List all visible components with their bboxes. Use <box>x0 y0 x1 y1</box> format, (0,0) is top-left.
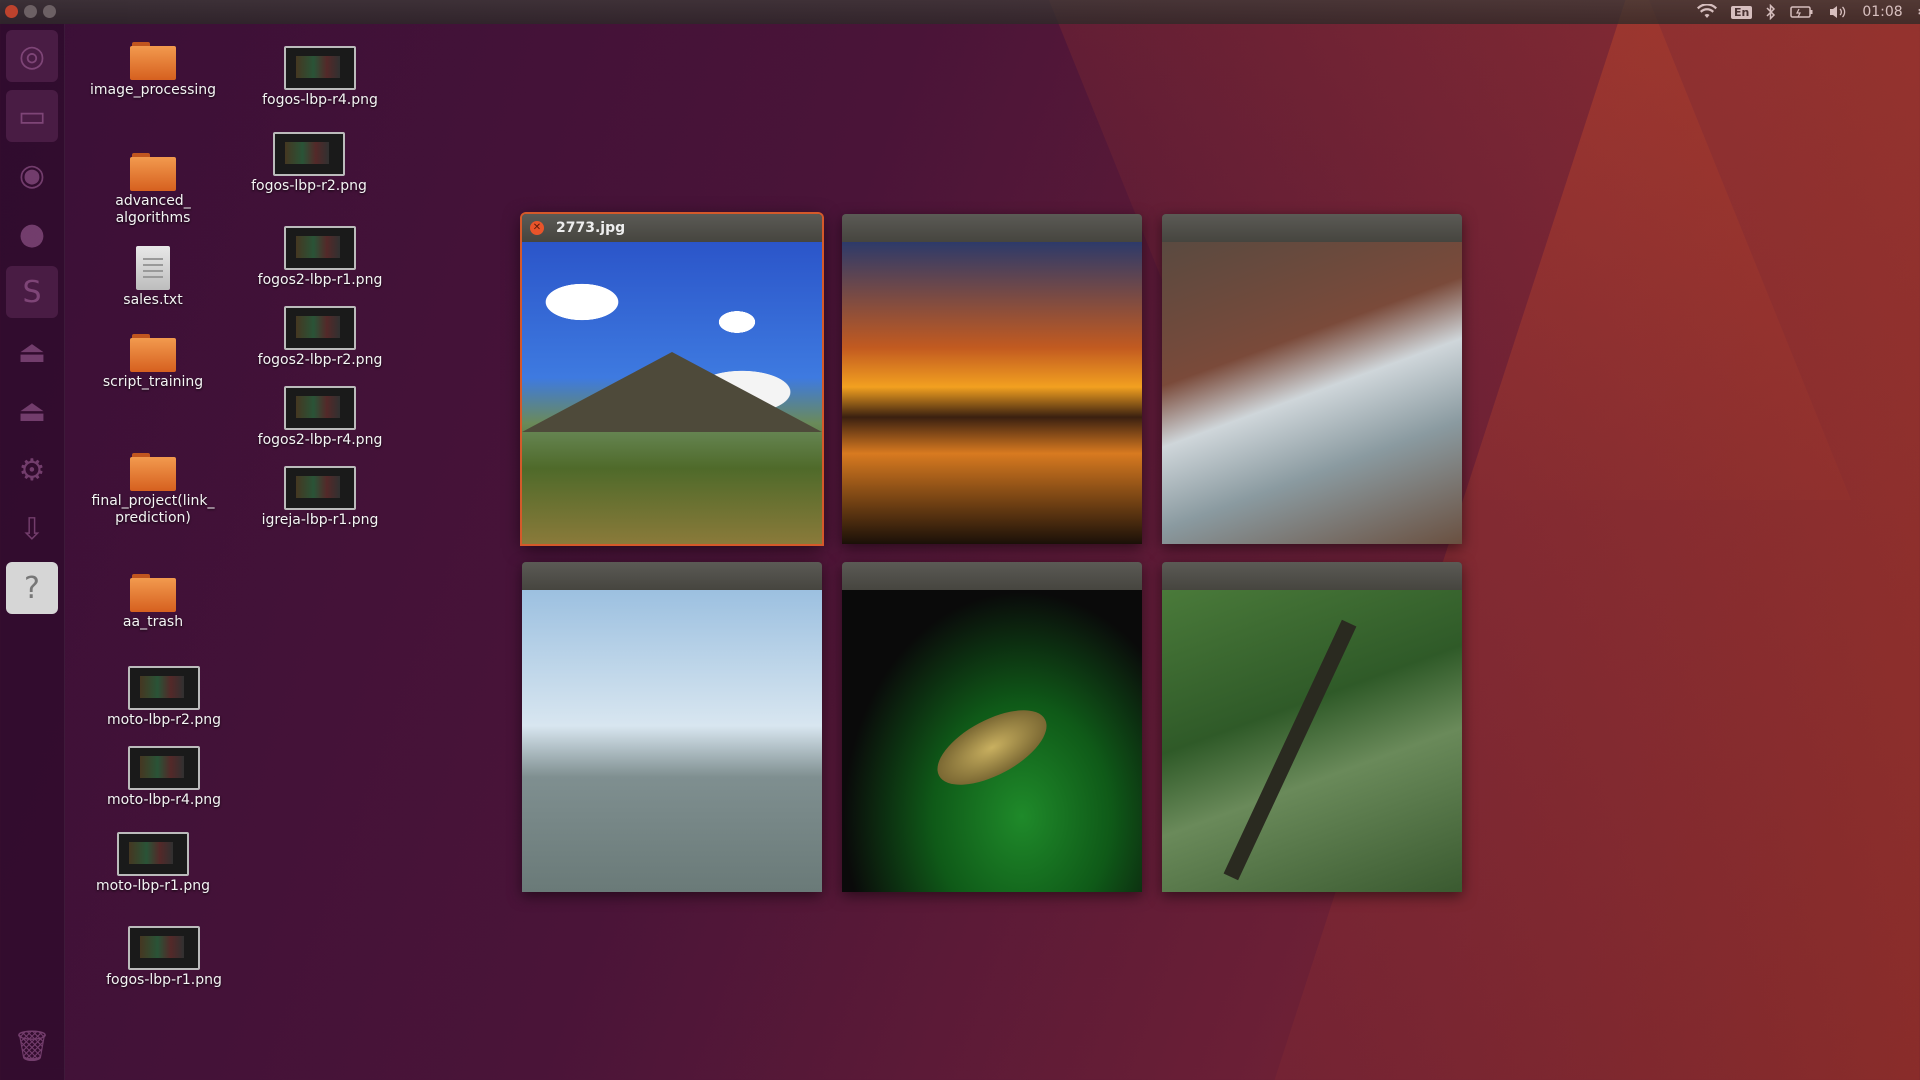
window-titlebar[interactable] <box>1162 214 1462 242</box>
spread-window[interactable] <box>1162 214 1462 544</box>
photo-mountain-landscape <box>522 242 822 544</box>
folder-icon <box>130 42 176 80</box>
system-tray: En 01:08 ⚙ <box>1683 0 1920 24</box>
image-thumbnail <box>128 926 200 970</box>
spread-window-active[interactable]: ✕ 2773.jpg <box>522 214 822 544</box>
folder-icon <box>130 153 176 191</box>
desktop-folder[interactable]: script_training <box>83 334 223 391</box>
image-thumbnail <box>117 832 189 876</box>
image-thumbnail <box>273 132 345 176</box>
dash-home-icon[interactable]: ◎ <box>6 30 58 82</box>
window-titlebar[interactable] <box>842 562 1142 590</box>
image-thumbnail <box>284 46 356 90</box>
bluetooth-icon[interactable] <box>1766 4 1776 20</box>
desktop-image-file[interactable]: moto-lbp-r1.png <box>83 832 223 895</box>
desktop-image-file[interactable]: moto-lbp-r2.png <box>94 666 234 729</box>
files-icon[interactable]: ▭ <box>6 90 58 142</box>
wifi-icon[interactable] <box>1697 4 1717 20</box>
desktop-file[interactable]: sales.txt <box>83 246 223 309</box>
battery-icon[interactable] <box>1790 5 1814 19</box>
desktop-image-file[interactable]: igreja-lbp-r1.png <box>250 466 390 529</box>
desktop-image-file[interactable]: fogos-lbp-r1.png <box>94 926 234 989</box>
text-file-icon <box>136 246 170 290</box>
desktop-image-file[interactable]: moto-lbp-r4.png <box>94 746 234 809</box>
clock[interactable]: 01:08 <box>1862 4 1902 20</box>
image-thumbnail <box>284 386 356 430</box>
folder-icon <box>130 574 176 612</box>
image-thumbnail <box>128 746 200 790</box>
minimize-window-button[interactable] <box>24 5 37 18</box>
settings-icon[interactable]: ⚙ <box>6 444 58 496</box>
desktop-image-file[interactable]: fogos2-lbp-r1.png <box>250 226 390 289</box>
image-thumbnail <box>284 226 356 270</box>
desktop-image-file[interactable]: fogos2-lbp-r4.png <box>250 386 390 449</box>
help-icon[interactable]: ? <box>6 562 58 614</box>
maximize-window-button[interactable] <box>43 5 56 18</box>
spread-window[interactable] <box>522 562 822 892</box>
folder-icon <box>130 334 176 372</box>
desktop-image-file[interactable]: fogos2-lbp-r2.png <box>250 306 390 369</box>
close-icon[interactable]: ✕ <box>530 221 544 235</box>
keyboard-layout-indicator[interactable]: En <box>1731 5 1753 19</box>
photo-rocky-shore <box>1162 242 1462 544</box>
libreoffice-icon[interactable]: S <box>6 266 58 318</box>
image-thumbnail <box>284 306 356 350</box>
desktop-folder[interactable]: final_project(link_ prediction) <box>83 453 223 527</box>
window-titlebar[interactable] <box>1162 562 1462 590</box>
window-title: 2773.jpg <box>556 220 626 236</box>
installer-icon[interactable]: ⇩ <box>6 503 58 555</box>
volume-icon[interactable] <box>1828 4 1848 20</box>
spread-window[interactable] <box>842 562 1142 892</box>
folder-icon <box>130 453 176 491</box>
photo-tree <box>1162 590 1462 892</box>
spread-window[interactable] <box>842 214 1142 544</box>
launcher: ◎ ▭ ◉ ● S ⏏ ⏏ ⚙ ⇩ ? 🗑 <box>0 24 65 1080</box>
firefox-icon[interactable]: ● <box>6 208 58 260</box>
photo-sea <box>522 590 822 892</box>
desktop-image-file[interactable]: fogos-lbp-r4.png <box>250 46 390 109</box>
close-window-button[interactable] <box>5 5 18 18</box>
chromium-icon[interactable]: ◉ <box>6 149 58 201</box>
drive-icon-2[interactable]: ⏏ <box>6 385 58 437</box>
desktop-folder[interactable]: image_processing <box>83 42 223 99</box>
image-thumbnail <box>284 466 356 510</box>
trash-icon[interactable]: 🗑 <box>6 1020 58 1072</box>
desktop-folder[interactable]: aa_trash <box>83 574 223 631</box>
window-titlebar[interactable]: ✕ 2773.jpg <box>522 214 822 242</box>
image-thumbnail <box>128 666 200 710</box>
desktop-folder[interactable]: advanced_ algorithms <box>83 153 223 227</box>
spread-window[interactable] <box>1162 562 1462 892</box>
window-titlebar[interactable] <box>522 562 822 590</box>
photo-beetle <box>842 590 1142 892</box>
drive-icon[interactable]: ⏏ <box>6 326 58 378</box>
photo-sunset <box>842 242 1142 544</box>
desktop-image-file[interactable]: fogos-lbp-r2.png <box>239 132 379 195</box>
window-titlebar[interactable] <box>842 214 1142 242</box>
top-panel: En 01:08 ⚙ <box>0 0 1920 24</box>
